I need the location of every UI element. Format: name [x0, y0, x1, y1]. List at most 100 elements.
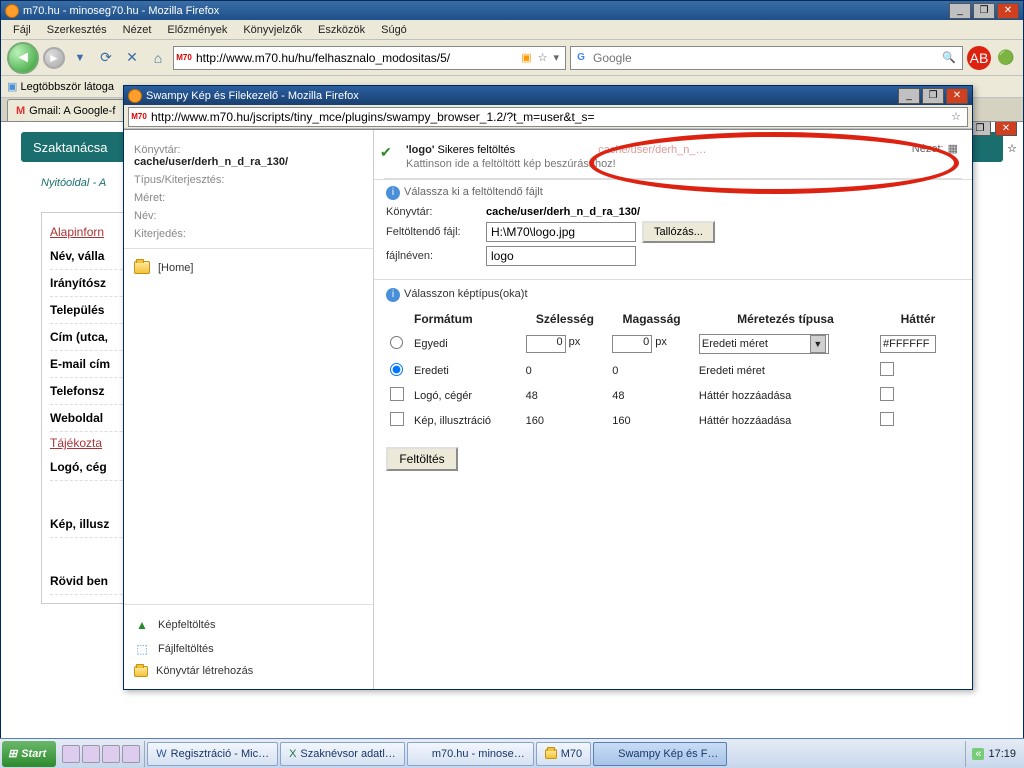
upload-dir-value: cache/user/derh_n_d_ra_130/: [486, 206, 640, 218]
bg-checkbox[interactable]: [880, 412, 894, 426]
bg-input[interactable]: #FFFFFF: [880, 335, 936, 353]
th-bg: Háttér: [876, 308, 960, 330]
main-title: m70.hu - minoseg70.hu - Mozilla Firefox: [23, 5, 219, 17]
popup-url-input[interactable]: [149, 110, 947, 124]
cb-illustration[interactable]: [390, 412, 404, 426]
sec-star-icon[interactable]: ☆: [1007, 142, 1017, 155]
menu-help[interactable]: Súgó: [375, 22, 413, 38]
info-icon: i: [386, 186, 400, 200]
adblock-icon[interactable]: AB: [967, 46, 991, 70]
sec-close-icon[interactable]: ✕: [995, 122, 1017, 136]
bookmark-star-icon[interactable]: ☆: [536, 51, 550, 64]
task-folder[interactable]: M70: [536, 742, 591, 766]
search-go-icon[interactable]: 🔍: [938, 51, 960, 64]
lbl-filename: fájlnéven:: [386, 250, 480, 262]
popup-address-bar[interactable]: M70 ☆: [128, 107, 968, 127]
file-path-input[interactable]: [486, 222, 636, 242]
url-dropdown-icon[interactable]: ▾: [549, 51, 563, 64]
back-button[interactable]: ◄: [7, 42, 39, 74]
popup-addrbar: M70 ☆: [124, 105, 972, 129]
menu-file[interactable]: Fájl: [7, 22, 37, 38]
stop-button[interactable]: ✕: [121, 47, 143, 69]
search-input[interactable]: [591, 51, 938, 65]
ql-ie-icon[interactable]: [82, 745, 100, 763]
action-create-dir[interactable]: Könyvtár létrehozás: [134, 661, 363, 681]
excel-icon: X: [289, 748, 296, 760]
th-height: Magasság: [608, 308, 695, 330]
file-upload-icon: ⬚: [134, 641, 150, 657]
type-row-logo: Logó, cégér 48 48 Háttér hozzáadása: [386, 383, 960, 408]
task-firefox-popup[interactable]: Swampy Kép és F…: [593, 742, 727, 766]
menu-bookmarks[interactable]: Könyvjelzők: [237, 22, 308, 38]
ql-desktop-icon[interactable]: [122, 745, 140, 763]
th-width: Szélesség: [522, 308, 609, 330]
popup-firefox-window: Swampy Kép és Filekezelő - Mozilla Firef…: [123, 85, 973, 690]
breadcrumb: Nyitóoldal - A: [41, 174, 106, 190]
start-button[interactable]: ⊞Start: [2, 741, 56, 767]
address-bar[interactable]: M70 ▣ ☆ ▾: [173, 46, 566, 70]
action-file-upload[interactable]: ⬚Fájlfeltöltés: [134, 637, 363, 661]
home-button[interactable]: ⌂: [147, 47, 169, 69]
th-format: Formátum: [410, 308, 522, 330]
minimize-button[interactable]: _: [949, 3, 971, 19]
check-icon: [380, 144, 396, 160]
rss-icon[interactable]: ▣: [517, 51, 535, 64]
url-input[interactable]: [194, 51, 517, 65]
task-excel[interactable]: XSzaknévsor adatl…: [280, 742, 405, 766]
radio-eredeti[interactable]: [390, 363, 403, 376]
height-input[interactable]: 0: [612, 335, 652, 353]
lbl-upload-dir: Könyvtár:: [386, 206, 480, 218]
nav-toolbar: ◄ ► ▼ ⟳ ✕ ⌂ M70 ▣ ☆ ▾ G 🔍 AB 🟢: [1, 40, 1023, 76]
skype-icon[interactable]: 🟢: [995, 47, 1017, 69]
popup-minimize-button[interactable]: _: [898, 88, 920, 104]
site-identity-icon[interactable]: M70: [129, 108, 149, 126]
lbl-size: Méret:: [134, 192, 363, 204]
popup-close-button[interactable]: ✕: [946, 88, 968, 104]
menu-history[interactable]: Előzmények: [161, 22, 233, 38]
width-input[interactable]: 0: [526, 335, 566, 353]
tray-expand-icon[interactable]: «: [972, 748, 984, 760]
firefox-icon: [416, 748, 428, 760]
browse-button[interactable]: Tallózás...: [642, 221, 715, 243]
menu-tools[interactable]: Eszközök: [312, 22, 371, 38]
radio-egyedi[interactable]: [390, 336, 403, 349]
filename-input[interactable]: [486, 246, 636, 266]
breadcrumb-home[interactable]: Nyitóoldal: [41, 177, 89, 189]
cb-logo[interactable]: [390, 387, 404, 401]
bookmark-most-visited[interactable]: ▣ Legtöbbször látoga: [7, 80, 114, 93]
search-box[interactable]: G 🔍: [570, 46, 963, 70]
sidebar-actions: ▲Képfeltöltés ⬚Fájlfeltöltés Könyvtár lé…: [124, 604, 373, 689]
image-upload-icon: ▲: [134, 617, 150, 633]
tray-clock[interactable]: 17:19: [988, 748, 1016, 760]
star-icon[interactable]: ☆: [947, 110, 965, 123]
action-image-upload[interactable]: ▲Képfeltöltés: [134, 613, 363, 637]
popup-restore-button[interactable]: ❐: [922, 88, 944, 104]
firefox-icon: [128, 89, 142, 103]
bg-checkbox[interactable]: [880, 387, 894, 401]
taskbar: ⊞Start WRegisztráció - Mic… XSzaknévsor …: [0, 738, 1024, 768]
task-word[interactable]: WRegisztráció - Mic…: [147, 742, 278, 766]
menu-view[interactable]: Nézet: [117, 22, 158, 38]
path-hint: cache/user/derh_n_…: [598, 144, 706, 156]
ql-firefox-icon[interactable]: [62, 745, 80, 763]
firefox-icon: [602, 748, 614, 760]
menu-edit[interactable]: Szerkesztés: [41, 22, 113, 38]
upload-button[interactable]: Feltöltés: [386, 447, 458, 471]
quick-launch: [58, 741, 145, 767]
type-row-egyedi: Egyedi 0 px 0 px Eredeti méret▼ #FFFFFF: [386, 330, 960, 358]
folder-home[interactable]: [Home]: [134, 257, 363, 278]
restore-button[interactable]: ❐: [973, 3, 995, 19]
success-notice[interactable]: 'logo' Sikeres feltöltés cache/user/derh…: [384, 136, 962, 179]
task-firefox1[interactable]: m70.hu - minose…: [407, 742, 534, 766]
firefox-icon: [5, 4, 19, 18]
reload-button[interactable]: ⟳: [95, 47, 117, 69]
site-identity-icon[interactable]: M70: [174, 49, 194, 67]
scale-select[interactable]: Eredeti méret▼: [699, 334, 829, 354]
forward-button[interactable]: ►: [43, 47, 65, 69]
close-button[interactable]: ✕: [997, 3, 1019, 19]
tab-gmail[interactable]: MGmail: A Google-f×: [7, 99, 138, 121]
ql-outlook-icon[interactable]: [102, 745, 120, 763]
type-row-illustration: Kép, illusztráció 160 160 Háttér hozzáad…: [386, 408, 960, 433]
success-subtext: Kattinson ide a feltöltött kép beszúrásá…: [406, 158, 948, 170]
bg-checkbox[interactable]: [880, 362, 894, 376]
